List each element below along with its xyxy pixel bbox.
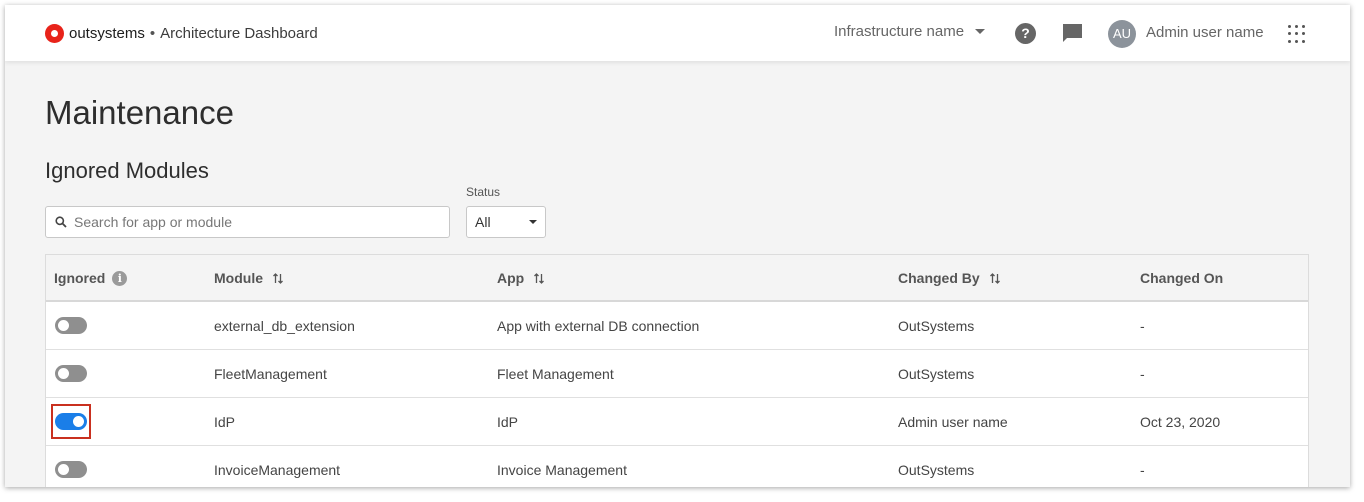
search-input[interactable] [74, 214, 434, 230]
toggle-knob [58, 320, 69, 331]
search-box[interactable] [45, 206, 450, 238]
sort-icon [534, 272, 545, 284]
table-row: IdP IdP Admin user name Oct 23, 2020 [46, 398, 1308, 446]
column-header-label: Changed On [1140, 270, 1224, 286]
changed-by-cell: OutSystems [898, 366, 975, 382]
grid-apps-icon[interactable] [1288, 25, 1306, 43]
app-name: Architecture Dashboard [160, 24, 318, 42]
section-title: Ignored Modules [45, 158, 209, 183]
table-row: external_db_extension App with external … [46, 302, 1308, 350]
search-icon [55, 216, 67, 228]
column-header-label: Changed By [898, 270, 980, 286]
table-header: Ignored i Module App Changed By Changed … [46, 255, 1308, 302]
chat-bubble-icon[interactable] [1062, 23, 1083, 44]
app-cell: IdP [497, 414, 519, 430]
ignored-toggle[interactable] [55, 461, 87, 478]
infrastructure-dropdown[interactable]: Infrastructure name [834, 23, 986, 40]
changed-on-cell: - [1140, 462, 1145, 478]
top-navigation-bar: outsystems • Architecture Dashboard Infr… [5, 5, 1350, 61]
chevron-down-icon [529, 220, 537, 224]
sort-icon [989, 272, 1000, 284]
column-header-app[interactable]: App [497, 270, 545, 286]
toggle-knob [58, 368, 69, 379]
app-window: outsystems • Architecture Dashboard Infr… [5, 5, 1350, 487]
changed-by-cell: Admin user name [898, 414, 1008, 430]
column-header-changed-on: Changed On [1140, 270, 1223, 286]
sort-icon [273, 272, 283, 284]
module-cell: FleetManagement [214, 366, 327, 382]
app-cell: Invoice Management [497, 462, 627, 478]
ignored-toggle[interactable] [55, 413, 87, 430]
info-icon[interactable]: i [112, 270, 128, 286]
module-cell: InvoiceManagement [214, 462, 341, 478]
ignored-toggle[interactable] [55, 365, 87, 382]
changed-on-cell: - [1140, 318, 1145, 334]
column-header-module[interactable]: Module [214, 270, 284, 286]
outsystems-logo-icon [45, 23, 64, 43]
column-header-label: App [497, 270, 525, 286]
table-row: InvoiceManagement Invoice Management Out… [46, 446, 1308, 487]
changed-by-cell: OutSystems [898, 318, 975, 334]
ignored-toggle[interactable] [55, 317, 87, 334]
toggle-knob [73, 416, 84, 427]
avatar[interactable]: AU [1108, 20, 1136, 48]
help-circle-icon[interactable]: ? [1015, 23, 1036, 44]
brand-name: outsystems [69, 24, 145, 42]
table-row: FleetManagement Fleet Management OutSyst… [46, 350, 1308, 398]
brand-logo[interactable]: outsystems • Architecture Dashboard [45, 22, 318, 44]
user-name[interactable]: Admin user name [1146, 24, 1264, 41]
column-header-label: Ignored [54, 270, 106, 286]
changed-on-cell: Oct 23, 2020 [1140, 414, 1221, 430]
infrastructure-label: Infrastructure name [834, 23, 965, 40]
app-cell: Fleet Management [497, 366, 614, 382]
ignored-modules-table: Ignored i Module App Changed By Changed … [45, 254, 1309, 487]
column-header-changed-by[interactable]: Changed By [898, 270, 1001, 286]
brand-separator: • [149, 24, 156, 42]
changed-by-cell: OutSystems [898, 462, 975, 478]
status-filter-select[interactable]: All [466, 206, 546, 238]
changed-on-cell: - [1140, 366, 1145, 382]
chevron-down-icon [975, 29, 986, 34]
page-title: Maintenance [45, 94, 234, 131]
toggle-knob [58, 464, 69, 475]
module-cell: IdP [214, 414, 236, 430]
status-filter-label: Status [466, 185, 501, 199]
app-cell: App with external DB connection [497, 318, 700, 334]
column-header-ignored: Ignored i [54, 270, 128, 286]
module-cell: external_db_extension [214, 318, 355, 334]
status-filter-value: All [475, 214, 491, 230]
column-header-label: Module [214, 270, 263, 286]
